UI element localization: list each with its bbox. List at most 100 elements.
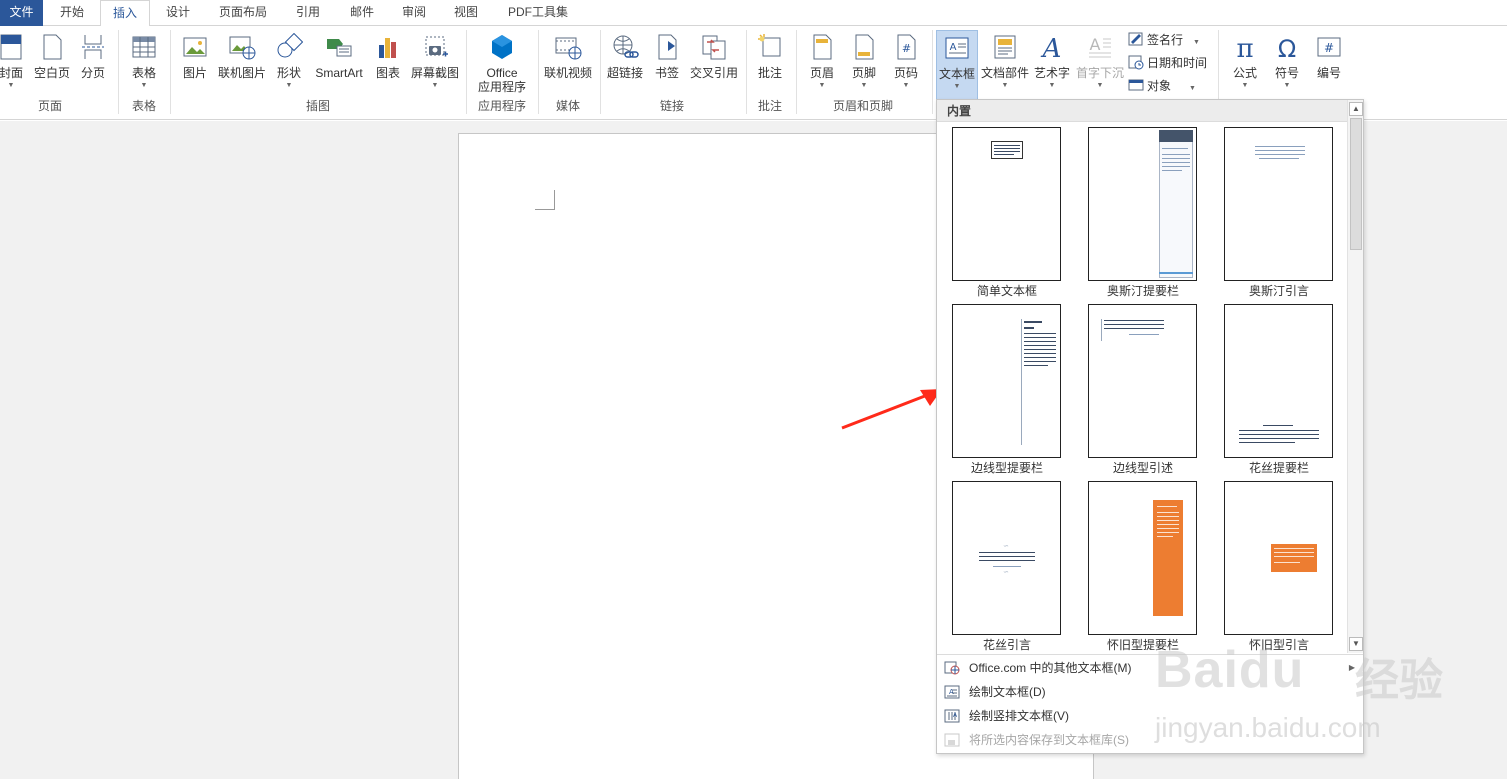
- pi-icon: π: [1236, 34, 1253, 61]
- svg-text:Ω: Ω: [1278, 35, 1296, 61]
- signature-icon: [1128, 32, 1143, 46]
- thumbnail-preview: [1224, 304, 1333, 458]
- gallery-item-label: 边线型提要栏: [970, 461, 1043, 475]
- gallery-item-label: 花丝提要栏: [1248, 461, 1309, 475]
- chevron-down-icon: ▼: [1283, 82, 1291, 89]
- gallery-item-retro-quote[interactable]: 怀旧型引言: [1224, 481, 1334, 655]
- chevron-down-icon: ▼: [7, 82, 15, 89]
- thumbnail-preview: [1088, 481, 1197, 635]
- gallery-item-sideline-sidebar[interactable]: 边线型提要栏: [952, 304, 1062, 478]
- group-divider: [600, 30, 601, 114]
- drop-cap-button[interactable]: A 首字下沉 ▼: [1074, 30, 1126, 110]
- group-divider: [118, 30, 119, 114]
- gallery-item-austin-sidebar[interactable]: 奥斯汀提要栏: [1088, 127, 1198, 301]
- symbol-button[interactable]: Ω 符号 ▼: [1266, 30, 1308, 110]
- margin-corner-mark: [535, 190, 555, 210]
- tab-review[interactable]: 审阅: [392, 0, 436, 26]
- ribbon-tabbar: 文件 开始 插入 设计 页面布局 引用 邮件 审阅 视图 PDF工具集: [0, 0, 1507, 27]
- thumbnail-preview: [1224, 127, 1333, 281]
- tab-layout[interactable]: 页面布局: [210, 0, 276, 26]
- gallery-item-retro-sidebar[interactable]: 怀旧型提要栏: [1088, 481, 1198, 655]
- gallery-item-simple-textbox[interactable]: 简单文本框: [952, 127, 1062, 301]
- footer-icon: [855, 34, 874, 60]
- online-picture-icon: [229, 36, 256, 60]
- gallery-item-label: 奥斯汀引言: [1248, 284, 1309, 298]
- vertical-textbox-icon: A: [944, 709, 960, 723]
- gallery-item-austin-quote[interactable]: 奥斯汀引言: [1224, 127, 1334, 301]
- thumbnail-preview: [952, 304, 1061, 458]
- picture-button[interactable]: 图片: [176, 30, 214, 110]
- thumbnail-preview: ∽ ∽: [952, 481, 1061, 635]
- chart-button[interactable]: 图表: [370, 30, 406, 110]
- group-label-media: 媒体: [555, 99, 580, 113]
- hyperlink-button[interactable]: 超链接: [604, 30, 646, 110]
- bookmark-icon: [658, 34, 677, 60]
- drop-cap-icon: A: [1089, 35, 1111, 58]
- tab-file[interactable]: 文件: [0, 0, 43, 26]
- smartart-icon: [327, 39, 352, 57]
- object-button[interactable]: 对象 ▼: [1128, 76, 1196, 96]
- scroll-thumb[interactable]: [1350, 118, 1362, 250]
- chevron-down-icon: ▼: [431, 82, 439, 89]
- tab-mailings[interactable]: 邮件: [340, 0, 384, 26]
- gallery-item-sideline-quote[interactable]: 边线型引述: [1088, 304, 1198, 478]
- group-divider: [466, 30, 467, 114]
- chevron-down-icon: ▼: [953, 83, 961, 90]
- gallery-item-filigree-sidebar[interactable]: 花丝提要栏: [1224, 304, 1334, 478]
- chevron-down-icon: ▼: [1048, 82, 1056, 89]
- page-break-icon: [82, 35, 104, 59]
- picture-icon: [183, 37, 207, 57]
- tab-references[interactable]: 引用: [286, 0, 330, 26]
- group-label-apps: 应用程序: [477, 99, 526, 113]
- tab-pdf-tools[interactable]: PDF工具集: [498, 0, 578, 26]
- group-label-illustrations: 插图: [305, 99, 330, 113]
- tab-design[interactable]: 设计: [156, 0, 200, 26]
- table-icon: [132, 36, 156, 58]
- header-icon: [813, 34, 832, 60]
- date-time-button[interactable]: 日期和时间: [1128, 53, 1207, 73]
- chevron-down-icon: ▼: [140, 82, 148, 89]
- group-divider: [746, 30, 747, 114]
- baidu-jingyan-watermark: Baidu 经验 jingyan.baidu.com: [1155, 641, 1443, 743]
- equation-button[interactable]: π 公式 ▼: [1224, 30, 1266, 110]
- calendar-clock-icon: [1128, 55, 1144, 70]
- group-label-tables: 表格: [131, 99, 156, 113]
- thumbnail-preview: [1088, 304, 1197, 458]
- chevron-down-icon: ▼: [285, 82, 293, 89]
- wordart-button[interactable]: A 艺术字 ▼: [1030, 30, 1074, 110]
- scroll-up-icon[interactable]: ▲: [1349, 102, 1363, 116]
- thumbnail-preview: [952, 127, 1061, 281]
- svg-text:A: A: [949, 688, 954, 696]
- number-button[interactable]: # 编号: [1308, 30, 1350, 110]
- quick-parts-icon: [994, 35, 1016, 59]
- group-divider: [538, 30, 539, 114]
- svg-text:#: #: [902, 42, 911, 55]
- tab-home[interactable]: 开始: [50, 0, 94, 26]
- chevron-down-icon: ▼: [902, 82, 910, 89]
- group-divider: [932, 30, 933, 114]
- cover-page-icon: [0, 34, 22, 60]
- office-store-icon: [492, 35, 512, 59]
- screenshot-button[interactable]: 屏幕截图 ▼: [408, 30, 462, 110]
- textbox-icon: A: [945, 37, 969, 59]
- red-arrow-annotation: [841, 389, 942, 430]
- tab-insert[interactable]: 插入: [100, 0, 150, 27]
- chevron-down-icon: ▼: [1193, 39, 1200, 46]
- wordart-icon: A: [1041, 34, 1062, 61]
- group-label-links: 链接: [659, 99, 684, 113]
- svg-text:A: A: [1041, 34, 1062, 61]
- gallery-section-header: 内置: [937, 100, 1347, 122]
- page-break-button[interactable]: 分页: [76, 30, 110, 110]
- tab-view[interactable]: 视图: [444, 0, 488, 26]
- office-com-icon: [944, 661, 960, 675]
- signature-line-button[interactable]: 签名行 ▼: [1128, 30, 1200, 50]
- chevron-down-icon: ▼: [1096, 82, 1104, 89]
- quick-parts-button[interactable]: 文档部件 ▼: [980, 30, 1030, 110]
- textbox-draw-icon: A: [944, 685, 960, 699]
- svg-text:A: A: [1090, 35, 1101, 54]
- online-pictures-button[interactable]: 联机图片: [216, 30, 268, 110]
- chart-icon: [379, 38, 396, 58]
- gallery-scrollbar[interactable]: ▲ ▼: [1347, 100, 1363, 653]
- gallery-item-filigree-quote[interactable]: ∽ ∽ 花丝引言: [952, 481, 1062, 655]
- textbox-button[interactable]: A 文本框 ▼: [936, 30, 978, 110]
